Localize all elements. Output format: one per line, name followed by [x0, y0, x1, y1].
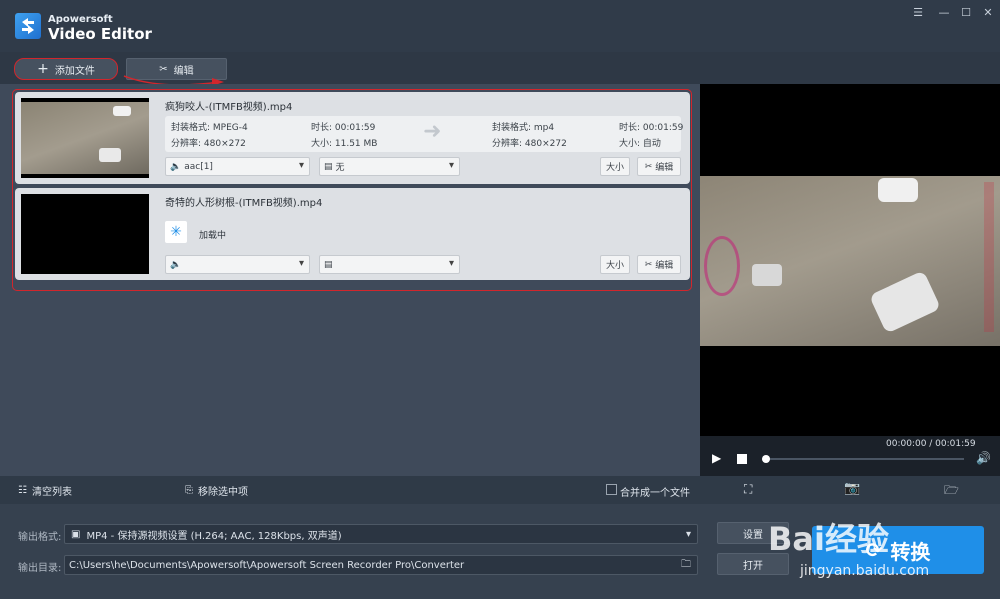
progress-handle[interactable] [762, 455, 770, 463]
subtitle-select[interactable]: ▤ ▾ [319, 255, 460, 274]
dir-value: C:\Users\he\Documents\Apowersoft\Apowers… [69, 559, 465, 571]
brand-small: Apowersoft [48, 14, 113, 25]
video-thumbnail [21, 98, 149, 178]
chevron-down-icon: ▾ [298, 160, 304, 171]
dst-duration: 时长: 00:01:59 [619, 123, 684, 133]
add-file-button[interactable]: + 添加文件 [14, 58, 118, 80]
src-resolution: 分辨率: 480×272 [171, 139, 246, 149]
chevron-down-icon: ▾ [685, 528, 691, 540]
audio-track-select[interactable]: 🔈 aac[1] ▾ [165, 157, 310, 176]
folder-icon[interactable]: 🗀 [681, 557, 691, 574]
video-thumbnail [21, 194, 149, 274]
plus-icon: + [37, 61, 49, 77]
time-display: 00:00:00 / 00:01:59 [886, 439, 976, 449]
card-edit-button[interactable]: ✂ 编辑 [637, 255, 681, 274]
format-value: MP4 - 保持源视频设置 (H.264; AAC, 128Kbps, 双声道) [86, 530, 342, 542]
file-card[interactable]: 疯狗咬人-(ITMFB视频).mp4 封装格式: MPEG-4 时长: 00:0… [15, 92, 690, 184]
loading-text: 加载中 [199, 231, 227, 241]
format-label: 输出格式: [18, 532, 62, 543]
src-duration: 时长: 00:01:59 [311, 123, 376, 133]
add-file-label: 添加文件 [54, 65, 95, 77]
speaker-icon: 🔈 [170, 161, 182, 172]
subtitle-icon: ▤ [324, 259, 333, 270]
src-format: 封装格式: MPEG-4 [171, 123, 248, 133]
maximize-button[interactable]: ☐ [958, 6, 974, 20]
format-select[interactable]: ▣ MP4 - 保持源视频设置 (H.264; AAC, 128Kbps, 双声… [64, 524, 698, 544]
watermark-url: jingyan.baidu.com [800, 563, 930, 579]
dst-size: 大小: 自动 [619, 139, 661, 149]
player-controls: 00:00:00 / 00:01:59 ▶ 🔊 [700, 436, 1000, 476]
remove-selected-button[interactable]: ⎘ 移除选中项 [185, 483, 248, 498]
chevron-down-icon: ▾ [298, 258, 304, 269]
scissors-icon: ✂ [644, 259, 653, 270]
clear-list-label: 清空列表 [31, 487, 72, 498]
merge-checkbox[interactable] [606, 484, 617, 495]
dir-label: 输出目录: [18, 563, 62, 574]
camera-icon[interactable]: 📷 [844, 481, 860, 496]
subtitle-select[interactable]: ▤ 无 ▾ [319, 157, 460, 176]
crop-icon[interactable]: ⛶ [744, 482, 752, 497]
progress-track[interactable] [762, 458, 964, 460]
arrow-right-icon: ➜ [423, 119, 442, 144]
audio-track-value: aac[1] [184, 161, 213, 172]
watermark-brand: Bai经验 [768, 520, 889, 558]
convert-label: 转换 [890, 539, 931, 564]
subtitle-value: 无 [335, 163, 345, 173]
brand-title: Video Editor [48, 25, 152, 43]
stop-button[interactable] [737, 454, 747, 464]
dst-resolution: 分辨率: 480×272 [492, 139, 567, 149]
card-edit-label: 编辑 [655, 261, 674, 271]
chevron-down-icon: ▾ [448, 160, 454, 171]
clear-list-icon: ☷ [18, 485, 27, 496]
remove-selected-label: 移除选中项 [198, 487, 248, 498]
subtitle-icon: ▤ [324, 161, 333, 172]
folder-open-icon[interactable]: 🗁 [944, 481, 959, 502]
minimize-button[interactable]: — [936, 6, 952, 20]
format-icon: ▣ [71, 528, 81, 540]
audio-track-select[interactable]: 🔈 ▾ [165, 255, 310, 274]
dir-field[interactable]: C:\Users\he\Documents\Apowersoft\Apowers… [64, 555, 698, 575]
card-edit-button[interactable]: ✂ 编辑 [637, 157, 681, 176]
close-button[interactable]: ✕ [980, 6, 996, 20]
play-button[interactable]: ▶ [712, 451, 721, 465]
merge-label: 合并成一个文件 [620, 488, 690, 499]
file-name: 奇特的人形树根-(ITMFB视频).mp4 [165, 198, 323, 209]
remove-icon: ⎘ [185, 485, 193, 496]
scissors-icon: ✂ [644, 161, 653, 172]
chevron-down-icon: ▾ [448, 258, 454, 269]
speaker-icon: 🔈 [170, 259, 182, 270]
loading-spinner-icon: ✳ [165, 221, 187, 243]
size-button[interactable]: 大小 [600, 157, 630, 176]
src-size: 大小: 11.51 MB [311, 139, 378, 149]
app-logo-icon [15, 13, 41, 39]
card-edit-label: 编辑 [655, 163, 674, 173]
file-card[interactable]: 奇特的人形树根-(ITMFB视频).mp4 ✳ 加载中 🔈 ▾ ▤ ▾ 大小 ✂… [15, 188, 690, 280]
file-info: 封装格式: MPEG-4 时长: 00:01:59 分辨率: 480×272 大… [165, 116, 684, 152]
video-frame [700, 176, 1000, 346]
menu-icon[interactable]: ☰ [910, 6, 926, 20]
volume-icon[interactable]: 🔊 [976, 451, 991, 465]
file-name: 疯狗咬人-(ITMFB视频).mp4 [165, 102, 293, 113]
dst-format: 封装格式: mp4 [492, 123, 555, 133]
size-button[interactable]: 大小 [600, 255, 630, 274]
clear-list-button[interactable]: ☷ 清空列表 [18, 483, 72, 498]
